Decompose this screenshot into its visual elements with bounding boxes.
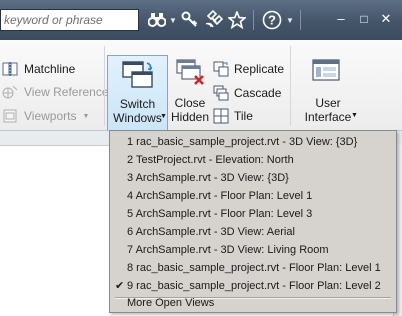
star-icon[interactable]	[227, 9, 247, 31]
search-input[interactable]: keyword or phrase	[0, 9, 139, 31]
viewports-chevron-down-icon: ▼	[82, 112, 90, 120]
menu-item-window-3[interactable]: 3 ArchSample.rvt - 3D View: {3D}	[110, 169, 396, 187]
title-bar: keyword or phrase ▼ ? ▼ – □ ✕	[0, 0, 402, 40]
help-icon[interactable]: ?	[262, 9, 282, 31]
viewports-command[interactable]: Viewports ▼	[0, 106, 89, 126]
user-interface-button[interactable]: User Interface ▼	[297, 55, 359, 127]
menu-item-window-4[interactable]: 4 ArchSample.rvt - Floor Plan: Level 1	[110, 187, 396, 205]
menu-item-window-5[interactable]: 5 ArchSample.rvt - Floor Plan: Level 3	[110, 205, 396, 223]
replicate-label: Replicate	[234, 62, 285, 76]
tile-label: Tile	[234, 109, 253, 123]
cascade-command[interactable]: Cascade	[213, 84, 281, 102]
satellite-icon[interactable]	[204, 9, 226, 31]
close-hidden-button[interactable]: Close Hidden	[171, 55, 209, 127]
help-glyph: ?	[268, 13, 276, 28]
menu-item-window-9[interactable]: ✔ 9 rac_basic_sample_project.rvt - Floor…	[110, 277, 396, 295]
close-hidden-label: Close Hidden	[171, 96, 210, 124]
ribbon-divider	[290, 46, 291, 126]
cascade-label: Cascade	[234, 86, 282, 100]
switch-windows-label: Switch Windows	[113, 97, 162, 125]
minimize-button[interactable]: –	[334, 9, 348, 29]
view-reference-command[interactable]: View Reference	[0, 82, 109, 102]
matchline-command[interactable]: Matchline	[0, 59, 75, 79]
toolbar-divider	[300, 10, 301, 30]
more-open-views-item[interactable]: More Open Views	[110, 294, 396, 312]
menu-item-window-2[interactable]: 2 TestProject.rvt - Elevation: North	[110, 151, 396, 169]
user-interface-chevron-down-icon: ▼	[351, 112, 358, 119]
menu-item-window-7[interactable]: 7 ArchSample.rvt - 3D View: Living Room	[110, 241, 396, 259]
switch-windows-menu: 1 rac_basic_sample_project.rvt - 3D View…	[109, 130, 397, 313]
matchline-label: Matchline	[24, 62, 76, 76]
user-interface-icon	[311, 58, 341, 89]
user-interface-label: User Interface	[304, 96, 352, 124]
checkmark-icon: ✔	[115, 280, 125, 292]
ribbon-divider	[104, 46, 105, 126]
binoculars-icon[interactable]	[147, 9, 167, 31]
view-reference-icon	[2, 84, 18, 100]
chevron-down-icon[interactable]: ▼	[169, 16, 177, 25]
tile-command[interactable]: Tile	[213, 107, 253, 125]
tile-icon	[213, 108, 229, 124]
viewports-label: Viewports	[24, 109, 77, 123]
menu-item-window-1[interactable]: 1 rac_basic_sample_project.rvt - 3D View…	[110, 133, 396, 151]
switch-windows-chevron-down-icon: ▼	[160, 113, 167, 120]
viewports-icon	[2, 108, 18, 124]
menu-item-window-6[interactable]: 6 ArchSample.rvt - 3D View: Aerial	[110, 223, 396, 241]
close-hidden-icon	[174, 58, 206, 89]
cascade-icon	[213, 85, 229, 101]
switch-windows-icon	[121, 60, 155, 93]
key-icon[interactable]	[180, 9, 200, 31]
ribbon-panel: Matchline View Reference Viewports ▼ Swi…	[0, 40, 402, 167]
view-reference-label: View Reference	[24, 85, 109, 99]
replicate-command[interactable]: Replicate	[213, 60, 284, 78]
close-window-button[interactable]: ✕	[379, 9, 393, 29]
menu-item-window-8[interactable]: 8 rac_basic_sample_project.rvt - Floor P…	[110, 259, 396, 277]
toolbar-divider	[253, 10, 254, 30]
help-chevron-down-icon[interactable]: ▼	[286, 16, 294, 25]
maximize-button[interactable]: □	[357, 9, 371, 29]
replicate-icon	[213, 61, 229, 77]
matchline-icon	[2, 61, 18, 77]
